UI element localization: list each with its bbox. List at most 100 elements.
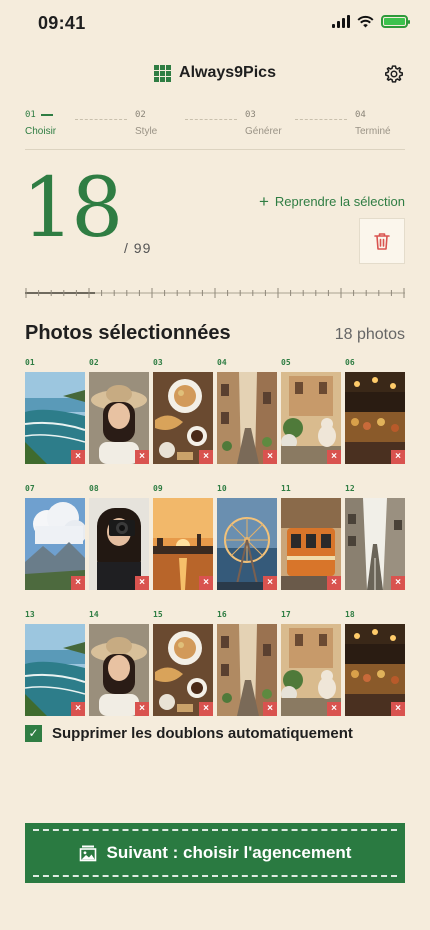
- app-header: Always9Pics: [0, 58, 430, 92]
- photo-item[interactable]: 03 ×: [153, 358, 213, 464]
- remove-photo-button[interactable]: ×: [71, 702, 85, 716]
- step-style[interactable]: 02 Style: [135, 110, 157, 137]
- photo-item[interactable]: 01 ×: [25, 358, 85, 464]
- photo-number: 03: [153, 358, 163, 367]
- resume-selection-button[interactable]: + Reprendre la sélection: [259, 193, 405, 210]
- resume-selection-label: Reprendre la sélection: [274, 194, 405, 209]
- dedupe-option[interactable]: ✓ Supprimer les doublons automatiquement: [25, 725, 353, 742]
- photo-thumbnail[interactable]: ×: [89, 624, 149, 716]
- dedupe-label: Supprimer les doublons automatiquement: [52, 725, 353, 742]
- photo-item[interactable]: 16 ×: [217, 610, 277, 716]
- photo-number: 15: [153, 610, 163, 619]
- photo-thumbnail[interactable]: ×: [89, 498, 149, 590]
- photo-item[interactable]: 18 ×: [345, 610, 405, 716]
- photo-thumbnail[interactable]: ×: [153, 624, 213, 716]
- photo-item[interactable]: 09 ×: [153, 484, 213, 590]
- remove-photo-button[interactable]: ×: [135, 450, 149, 464]
- remove-photo-button[interactable]: ×: [199, 576, 213, 590]
- step-label: Style: [135, 126, 158, 137]
- photo-number: 12: [345, 484, 355, 493]
- remove-photo-button[interactable]: ×: [135, 702, 149, 716]
- photo-number: 07: [25, 484, 35, 493]
- photo-thumbnail[interactable]: ×: [217, 372, 277, 464]
- settings-gear-icon[interactable]: [384, 64, 404, 84]
- photo-item[interactable]: 06 ×: [345, 358, 405, 464]
- battery-icon: [381, 15, 410, 28]
- remove-photo-button[interactable]: ×: [327, 450, 341, 464]
- remove-photo-button[interactable]: ×: [135, 576, 149, 590]
- step-number: 02: [135, 110, 146, 120]
- photo-thumbnail[interactable]: ×: [345, 498, 405, 590]
- photo-thumbnail[interactable]: ×: [281, 624, 341, 716]
- photo-thumbnail[interactable]: ×: [25, 498, 85, 590]
- remove-photo-button[interactable]: ×: [199, 702, 213, 716]
- clear-selection-button[interactable]: [359, 218, 405, 264]
- step-number: 04: [355, 110, 366, 120]
- step-choisir[interactable]: 01 Choisir: [25, 110, 56, 137]
- cellular-signal-icon: [332, 15, 350, 28]
- remove-photo-button[interactable]: ×: [391, 576, 405, 590]
- photo-thumbnail[interactable]: ×: [89, 372, 149, 464]
- status-icons: [332, 15, 410, 28]
- remove-photo-button[interactable]: ×: [263, 450, 277, 464]
- photo-number: 16: [217, 610, 227, 619]
- remove-photo-button[interactable]: ×: [71, 450, 85, 464]
- photo-item[interactable]: 13 ×: [25, 610, 85, 716]
- photo-thumbnail[interactable]: ×: [25, 372, 85, 464]
- step-label: Générer: [245, 126, 282, 137]
- photo-item[interactable]: 12 ×: [345, 484, 405, 590]
- photo-thumbnail[interactable]: ×: [153, 372, 213, 464]
- photo-number: 18: [345, 610, 355, 619]
- photo-number: 17: [281, 610, 291, 619]
- photo-item[interactable]: 02 ×: [89, 358, 149, 464]
- selected-count: 18: [22, 161, 123, 256]
- photo-thumbnail[interactable]: ×: [25, 624, 85, 716]
- remove-photo-button[interactable]: ×: [327, 702, 341, 716]
- remove-photo-button[interactable]: ×: [391, 702, 405, 716]
- remove-photo-button[interactable]: ×: [71, 576, 85, 590]
- photo-thumbnail[interactable]: ×: [345, 372, 405, 464]
- photo-thumbnail[interactable]: ×: [217, 498, 277, 590]
- plus-icon: +: [258, 192, 269, 211]
- step-label: Choisir: [25, 126, 57, 137]
- remove-photo-button[interactable]: ×: [327, 576, 341, 590]
- photo-thumbnail[interactable]: ×: [153, 498, 213, 590]
- step-termine[interactable]: 04 Terminé: [355, 110, 391, 137]
- selection-ruler: [25, 288, 405, 298]
- remove-photo-button[interactable]: ×: [199, 450, 213, 464]
- dedupe-checkbox[interactable]: ✓: [25, 725, 42, 742]
- photo-number: 02: [89, 358, 99, 367]
- photo-item[interactable]: 08 ×: [89, 484, 149, 590]
- photo-item[interactable]: 10 ×: [217, 484, 277, 590]
- photo-thumbnail[interactable]: ×: [345, 624, 405, 716]
- step-generer[interactable]: 03 Générer: [245, 110, 282, 137]
- active-step-indicator: [40, 114, 53, 116]
- photo-number: 14: [89, 610, 99, 619]
- step-number: 03: [245, 110, 256, 120]
- photo-item[interactable]: 07 ×: [25, 484, 85, 590]
- photo-thumbnail[interactable]: ×: [217, 624, 277, 716]
- photo-item[interactable]: 04 ×: [217, 358, 277, 464]
- photo-item[interactable]: 14 ×: [89, 610, 149, 716]
- photo-item[interactable]: 05 ×: [281, 358, 341, 464]
- photo-count: 18 photos: [334, 326, 405, 343]
- step-label: Terminé: [355, 126, 391, 137]
- max-count: / 99: [124, 240, 152, 256]
- photo-number: 11: [281, 484, 291, 493]
- photo-item[interactable]: 15 ×: [153, 610, 213, 716]
- photo-item[interactable]: 17 ×: [281, 610, 341, 716]
- remove-photo-button[interactable]: ×: [391, 450, 405, 464]
- remove-photo-button[interactable]: ×: [263, 702, 277, 716]
- remove-photo-button[interactable]: ×: [263, 576, 277, 590]
- step-connector: [75, 119, 127, 120]
- step-number: 01: [25, 110, 36, 120]
- trash-icon: [374, 233, 390, 250]
- photo-thumbnail[interactable]: ×: [281, 372, 341, 464]
- photo-item[interactable]: 11 ×: [281, 484, 341, 590]
- photo-thumbnail[interactable]: ×: [281, 498, 341, 590]
- gallery-icon: [79, 845, 96, 862]
- step-connector: [295, 119, 347, 120]
- next-button[interactable]: Suivant : choisir l'agencement: [25, 823, 405, 883]
- section-title: Photos sélectionnées: [25, 322, 231, 344]
- photo-number: 13: [25, 610, 35, 619]
